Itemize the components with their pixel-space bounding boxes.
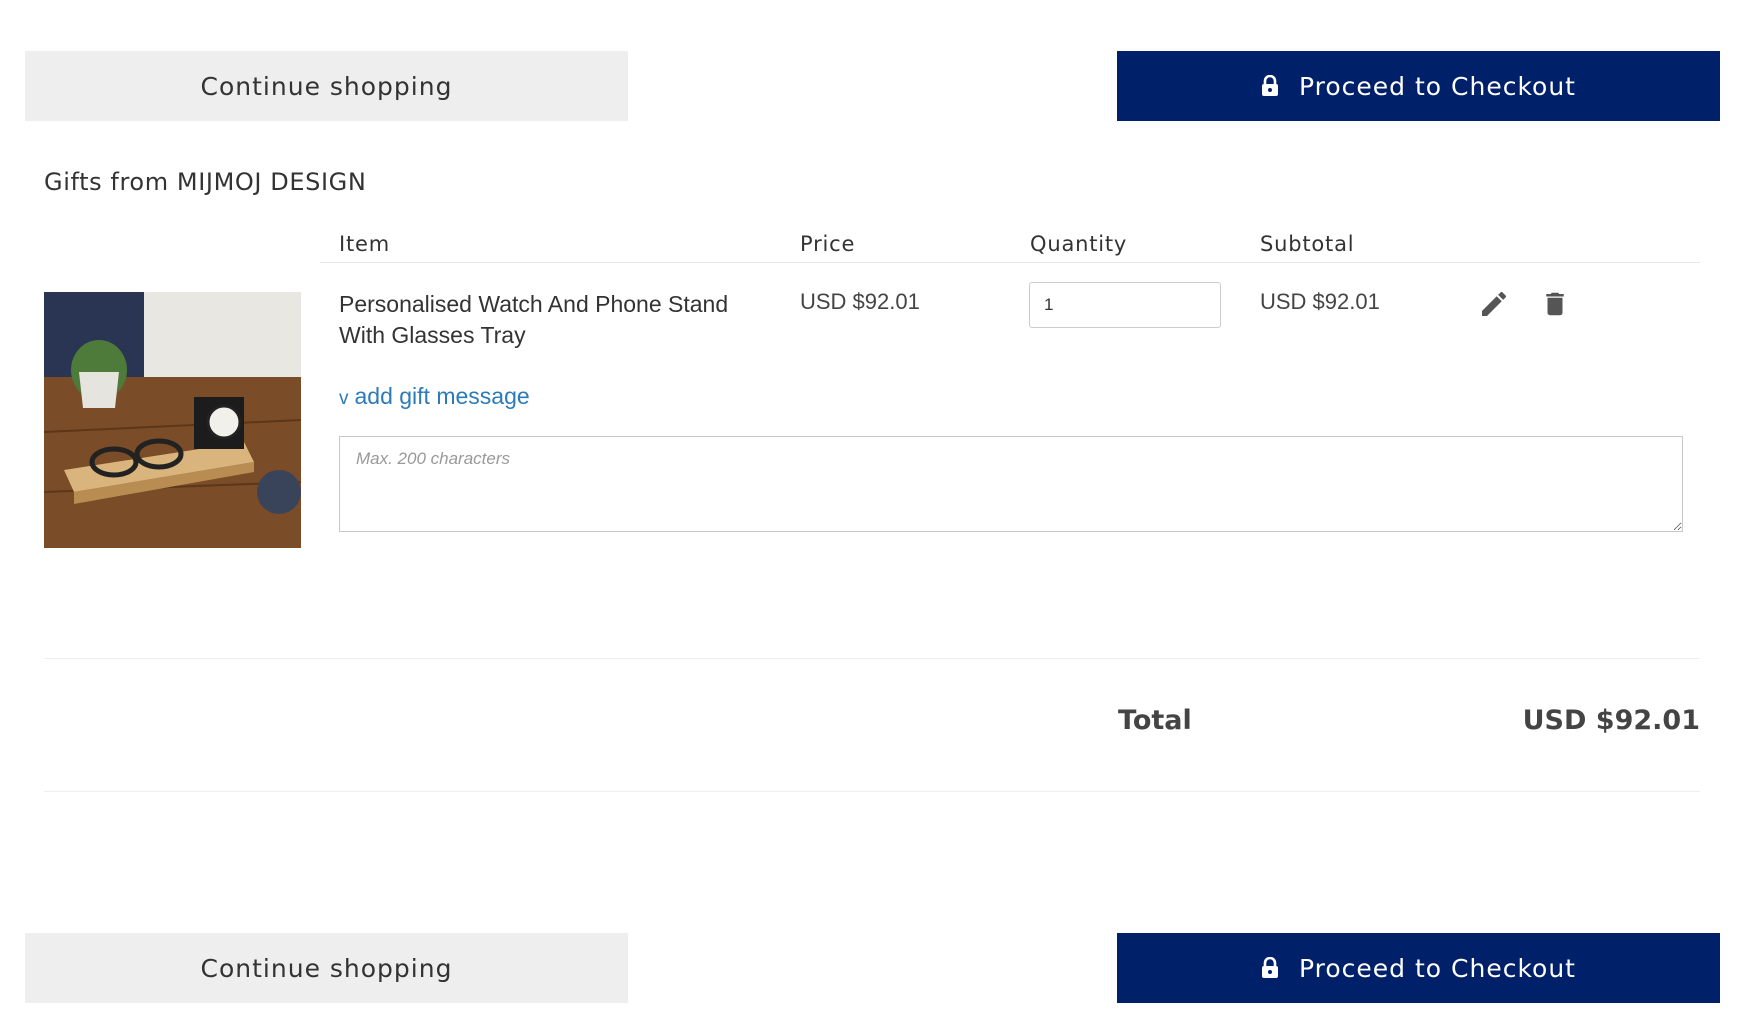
- proceed-to-checkout-label: Proceed to Checkout: [1299, 953, 1576, 983]
- add-gift-message-label: add gift message: [354, 383, 530, 409]
- proceed-to-checkout-button-bottom[interactable]: Proceed to Checkout: [1117, 933, 1720, 1003]
- item-price: USD $92.01: [800, 289, 920, 314]
- item-subtotal: USD $92.01: [1260, 289, 1380, 314]
- item-name: Personalised Watch And Phone Stand With …: [339, 291, 729, 348]
- gift-section-title: Gifts from MIJMOJ DESIGN: [44, 168, 367, 196]
- continue-shopping-label: Continue shopping: [200, 71, 453, 101]
- column-header-quantity: Quantity: [1030, 232, 1128, 256]
- proceed-to-checkout-label: Proceed to Checkout: [1299, 71, 1576, 101]
- delete-item-button[interactable]: [1540, 288, 1570, 325]
- proceed-to-checkout-button[interactable]: Proceed to Checkout: [1117, 51, 1720, 121]
- product-image[interactable]: [44, 292, 301, 548]
- column-header-price: Price: [800, 232, 856, 256]
- divider-bottom: [44, 791, 1700, 792]
- quantity-input[interactable]: [1029, 282, 1221, 328]
- continue-shopping-button-bottom[interactable]: Continue shopping: [25, 933, 628, 1003]
- pencil-icon: [1482, 291, 1507, 316]
- divider-top: [44, 658, 1700, 659]
- total-label: Total: [1118, 705, 1192, 736]
- column-header-subtotal: Subtotal: [1260, 232, 1355, 256]
- continue-shopping-label: Continue shopping: [200, 953, 453, 983]
- add-gift-message-toggle[interactable]: v add gift message: [339, 383, 530, 410]
- column-header-item: Item: [339, 232, 391, 256]
- gift-message-textarea[interactable]: [339, 436, 1683, 532]
- lock-icon: [1261, 957, 1279, 979]
- edit-item-button[interactable]: [1478, 288, 1510, 325]
- product-photo-watch-stand-icon: [44, 292, 301, 548]
- lock-icon: [1261, 75, 1279, 97]
- total-value: USD $92.01: [1522, 705, 1700, 736]
- trash-icon: [1546, 292, 1564, 316]
- continue-shopping-button[interactable]: Continue shopping: [25, 51, 628, 121]
- header-divider: [320, 262, 1700, 263]
- chevron-down-icon: v: [339, 388, 349, 409]
